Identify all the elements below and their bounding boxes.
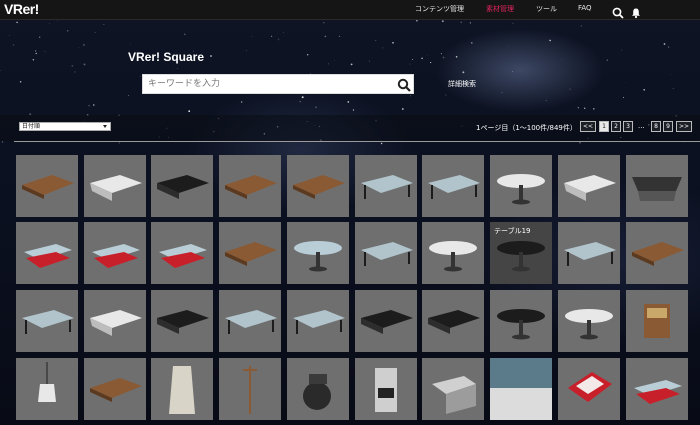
asset-thumbnail-table-black-angular[interactable] bbox=[151, 290, 213, 352]
hovered-item-label: テーブル19 bbox=[494, 227, 531, 235]
asset-thumbnail-diner-scene[interactable] bbox=[490, 358, 552, 420]
table-black-angular-image bbox=[157, 310, 209, 334]
coffee-table-wood-image bbox=[22, 175, 74, 199]
asset-thumbnail-table-oval-dark[interactable] bbox=[490, 290, 552, 352]
table-dark-low-image bbox=[157, 175, 209, 199]
asset-thumbnail-table-white-oval-ring[interactable] bbox=[558, 290, 620, 352]
table-white-curved-image bbox=[90, 175, 142, 201]
asset-thumbnail-table-glass-rect[interactable] bbox=[16, 290, 78, 352]
asset-thumbnail-wooden-board[interactable] bbox=[84, 358, 146, 420]
menu-booklet-image bbox=[568, 372, 612, 402]
asset-thumbnail-coffee-machine[interactable] bbox=[355, 358, 417, 420]
wooden-board-image bbox=[90, 378, 142, 402]
asset-thumbnail-red-booth-seat[interactable] bbox=[626, 358, 688, 420]
asset-thumbnail-table-dark-wood-2[interactable] bbox=[287, 155, 349, 217]
hanging-lamp-image bbox=[38, 362, 56, 402]
table-wood-curved-image bbox=[632, 242, 684, 266]
table-glass-black-frame-image bbox=[361, 175, 413, 199]
table-oval-dark-image bbox=[497, 309, 545, 340]
asset-thumbnail-table-glass-black-frame[interactable] bbox=[355, 155, 417, 217]
asset-thumbnail-table-dark-low[interactable] bbox=[151, 155, 213, 217]
table-glass-rect-image bbox=[22, 310, 74, 334]
asset-thumbnail-table-white-ribbon[interactable] bbox=[84, 290, 146, 352]
asset-thumbnail-table-glass-white-base[interactable] bbox=[558, 222, 620, 284]
asset-thumbnail-coat-rack[interactable] bbox=[219, 358, 281, 420]
asset-thumbnail-table-round-white[interactable] bbox=[490, 155, 552, 217]
table-dark-wood-image bbox=[225, 175, 277, 199]
asset-thumbnail-cash-register[interactable] bbox=[626, 290, 688, 352]
table-glass-low-image bbox=[428, 175, 480, 199]
coffee-machine-image bbox=[375, 368, 397, 412]
asset-thumbnail-table-red-glass[interactable] bbox=[84, 222, 146, 284]
table-slatted-dark-image bbox=[632, 177, 682, 201]
red-booth-seat-image bbox=[634, 380, 682, 404]
table-angular-block-image bbox=[428, 310, 480, 334]
table-round-white-tall-image bbox=[429, 241, 477, 272]
asset-thumbnail-hanging-lamp[interactable] bbox=[16, 358, 78, 420]
asset-thumbnail-table-dark-slab-small[interactable] bbox=[355, 290, 417, 352]
asset-thumbnail-table-red-slab[interactable] bbox=[151, 222, 213, 284]
coat-rack-image bbox=[243, 366, 257, 414]
asset-thumbnail-table-white-wave[interactable] bbox=[558, 155, 620, 217]
asset-thumbnail-table-angular-block[interactable] bbox=[422, 290, 484, 352]
bench-white-red-image bbox=[24, 244, 72, 268]
sink-basin-image bbox=[432, 376, 476, 414]
diner-scene-image bbox=[490, 358, 552, 420]
asset-thumbnail-table-glass-low[interactable] bbox=[422, 155, 484, 217]
asset-thumbnail-table-white-wood[interactable] bbox=[219, 222, 281, 284]
asset-thumbnail-bench-white-red[interactable] bbox=[16, 222, 78, 284]
asset-thumbnail-table-slatted-dark[interactable] bbox=[626, 155, 688, 217]
asset-thumbnail-coffee-pot[interactable] bbox=[287, 358, 349, 420]
table-glass-white-base-image bbox=[564, 242, 616, 266]
asset-thumbnail-table-glass-steel[interactable] bbox=[219, 290, 281, 352]
table-glass-steel-image bbox=[225, 310, 277, 334]
table-white-wave-image bbox=[564, 175, 616, 201]
table-round-white-image bbox=[497, 174, 545, 205]
table-red-glass-image bbox=[92, 244, 140, 268]
asset-thumbnail-table-round-dark[interactable]: テーブル19 bbox=[490, 222, 552, 284]
asset-thumbnail-table-glass-frame[interactable] bbox=[287, 290, 349, 352]
asset-thumbnail-table-round-white-tall[interactable] bbox=[422, 222, 484, 284]
asset-thumbnail-coat-hanging[interactable] bbox=[151, 358, 213, 420]
table-white-oval-ring-image bbox=[565, 309, 613, 340]
asset-thumbnail-table-wood-curved[interactable] bbox=[626, 222, 688, 284]
table-white-ribbon-image bbox=[90, 310, 142, 336]
table-dark-glass-box-image bbox=[361, 242, 413, 266]
asset-thumbnail-menu-booklet[interactable] bbox=[558, 358, 620, 420]
table-red-slab-image bbox=[159, 244, 207, 268]
asset-thumbnail-table-round-glass-cross[interactable] bbox=[287, 222, 349, 284]
table-white-wood-image bbox=[225, 242, 277, 266]
asset-thumbnail-sink-basin[interactable] bbox=[422, 358, 484, 420]
asset-grid: テーブル19 bbox=[0, 0, 700, 425]
table-dark-wood-2-image bbox=[293, 175, 345, 199]
coffee-pot-image bbox=[303, 374, 331, 410]
cash-register-image bbox=[644, 304, 670, 338]
table-round-glass-cross-image bbox=[294, 241, 342, 272]
asset-thumbnail-table-white-curved[interactable] bbox=[84, 155, 146, 217]
table-dark-slab-small-image bbox=[361, 310, 413, 334]
asset-thumbnail-coffee-table-wood[interactable] bbox=[16, 155, 78, 217]
coat-hanging-image bbox=[169, 366, 195, 414]
asset-thumbnail-table-dark-glass-box[interactable] bbox=[355, 222, 417, 284]
asset-thumbnail-table-dark-wood[interactable] bbox=[219, 155, 281, 217]
table-glass-frame-image bbox=[293, 310, 345, 334]
